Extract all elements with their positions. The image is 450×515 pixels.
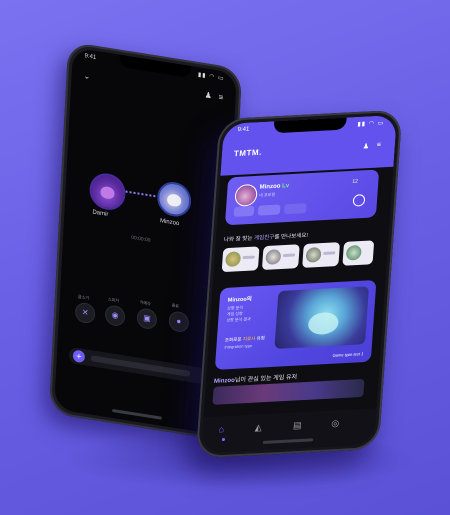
home-indicator — [262, 438, 314, 444]
call-duration: 00:00:00 — [130, 234, 151, 244]
friend-text — [323, 251, 336, 255]
avatar — [265, 249, 282, 265]
avatar — [345, 244, 362, 261]
megaphone-icon[interactable]: ◭ — [254, 422, 263, 433]
home-screen: 9:41 ▮▮ ◠ ▭ TMTM. ♟ ≡ Minzoo Lv 내 프로필 12… — [200, 114, 398, 454]
mic-off-icon: ✕ — [81, 307, 89, 318]
app-logo: TMTM. — [233, 147, 263, 159]
avatar — [305, 247, 322, 263]
action-label: 음소거 — [77, 293, 90, 301]
friend-text — [282, 253, 296, 258]
avatar-minzoo — [156, 179, 192, 219]
friend-card[interactable] — [261, 244, 300, 271]
ring-icon[interactable]: ◎ — [331, 418, 340, 429]
mic-off-button[interactable]: ✕ — [74, 301, 96, 325]
profile-chip[interactable] — [257, 204, 281, 216]
status-time: 9:41 — [237, 126, 250, 134]
profile-card[interactable]: Minzoo Lv 내 프로필 12 — [224, 169, 380, 226]
avatar — [225, 251, 242, 268]
avatar — [234, 183, 258, 207]
creature-icon — [100, 185, 115, 200]
participant-name: Damir — [92, 209, 109, 218]
action-label: 스피커 — [107, 296, 120, 304]
end-call-button[interactable]: ● — [168, 310, 190, 334]
active-tab-dot — [221, 437, 226, 442]
phone-front: 9:41 ▮▮ ◠ ▭ TMTM. ♟ ≡ Minzoo Lv 내 프로필 12… — [195, 109, 403, 459]
banner-tag: 조화로운 치료사 유형 — [224, 335, 266, 343]
personality-banner[interactable]: Minzoo의 성향 분석 게임 성향 성향 분석 결과 조화로운 치료사 유형… — [214, 279, 377, 370]
chat-icon[interactable]: ▤ — [293, 420, 302, 431]
creature-icon — [166, 192, 182, 207]
section-title-friends: 나와 잘 맞는 게임친구를 만나보세요! — [223, 232, 309, 244]
profile-subtitle: 내 프로필 — [258, 191, 276, 198]
user-icon[interactable]: ♟ — [362, 142, 369, 150]
friend-text — [242, 255, 255, 260]
status-indicators: ▮▮ ◠ ▭ — [197, 72, 225, 83]
action-label: 종료 — [171, 302, 180, 309]
profile-chip[interactable] — [283, 203, 307, 215]
camera-button[interactable]: ▣ — [136, 307, 158, 331]
profile-name: Minzoo Lv — [259, 183, 290, 191]
end-call-icon: ● — [176, 316, 182, 327]
menu-icon[interactable]: ≡ — [218, 93, 223, 103]
menu-icon[interactable]: ≡ — [377, 142, 382, 149]
speaker-button[interactable]: ◉ — [104, 304, 126, 328]
profile-chip[interactable] — [233, 205, 255, 217]
participant-name: Minzoo — [159, 218, 180, 228]
chevron-down-icon[interactable]: ⌄ — [83, 71, 90, 81]
friend-card[interactable] — [302, 242, 341, 268]
banner-tag-sub: Integration type — [224, 343, 253, 350]
action-label: 카메라 — [139, 299, 151, 307]
friend-card[interactable] — [221, 246, 260, 273]
status-indicators: ▮▮ ◠ ▭ — [357, 120, 385, 128]
friend-card[interactable] — [342, 240, 375, 266]
banner-line: 성향 분석 결과 — [226, 316, 251, 323]
status-time: 9:41 — [84, 53, 97, 61]
banner-footer: Game type test 1 — [332, 351, 364, 358]
speaker-icon: ◉ — [111, 310, 119, 321]
banner-title: Minzoo의 — [227, 296, 253, 304]
person-icon[interactable] — [352, 194, 366, 207]
home-indicator — [111, 408, 162, 420]
profile-stat: 12 — [352, 178, 359, 185]
home-icon[interactable]: ⌂ — [218, 424, 224, 434]
user-icon[interactable]: ♟ — [204, 90, 212, 100]
connection-dots — [125, 190, 156, 200]
camera-icon: ▣ — [142, 313, 151, 324]
avatar-damir — [88, 170, 127, 213]
